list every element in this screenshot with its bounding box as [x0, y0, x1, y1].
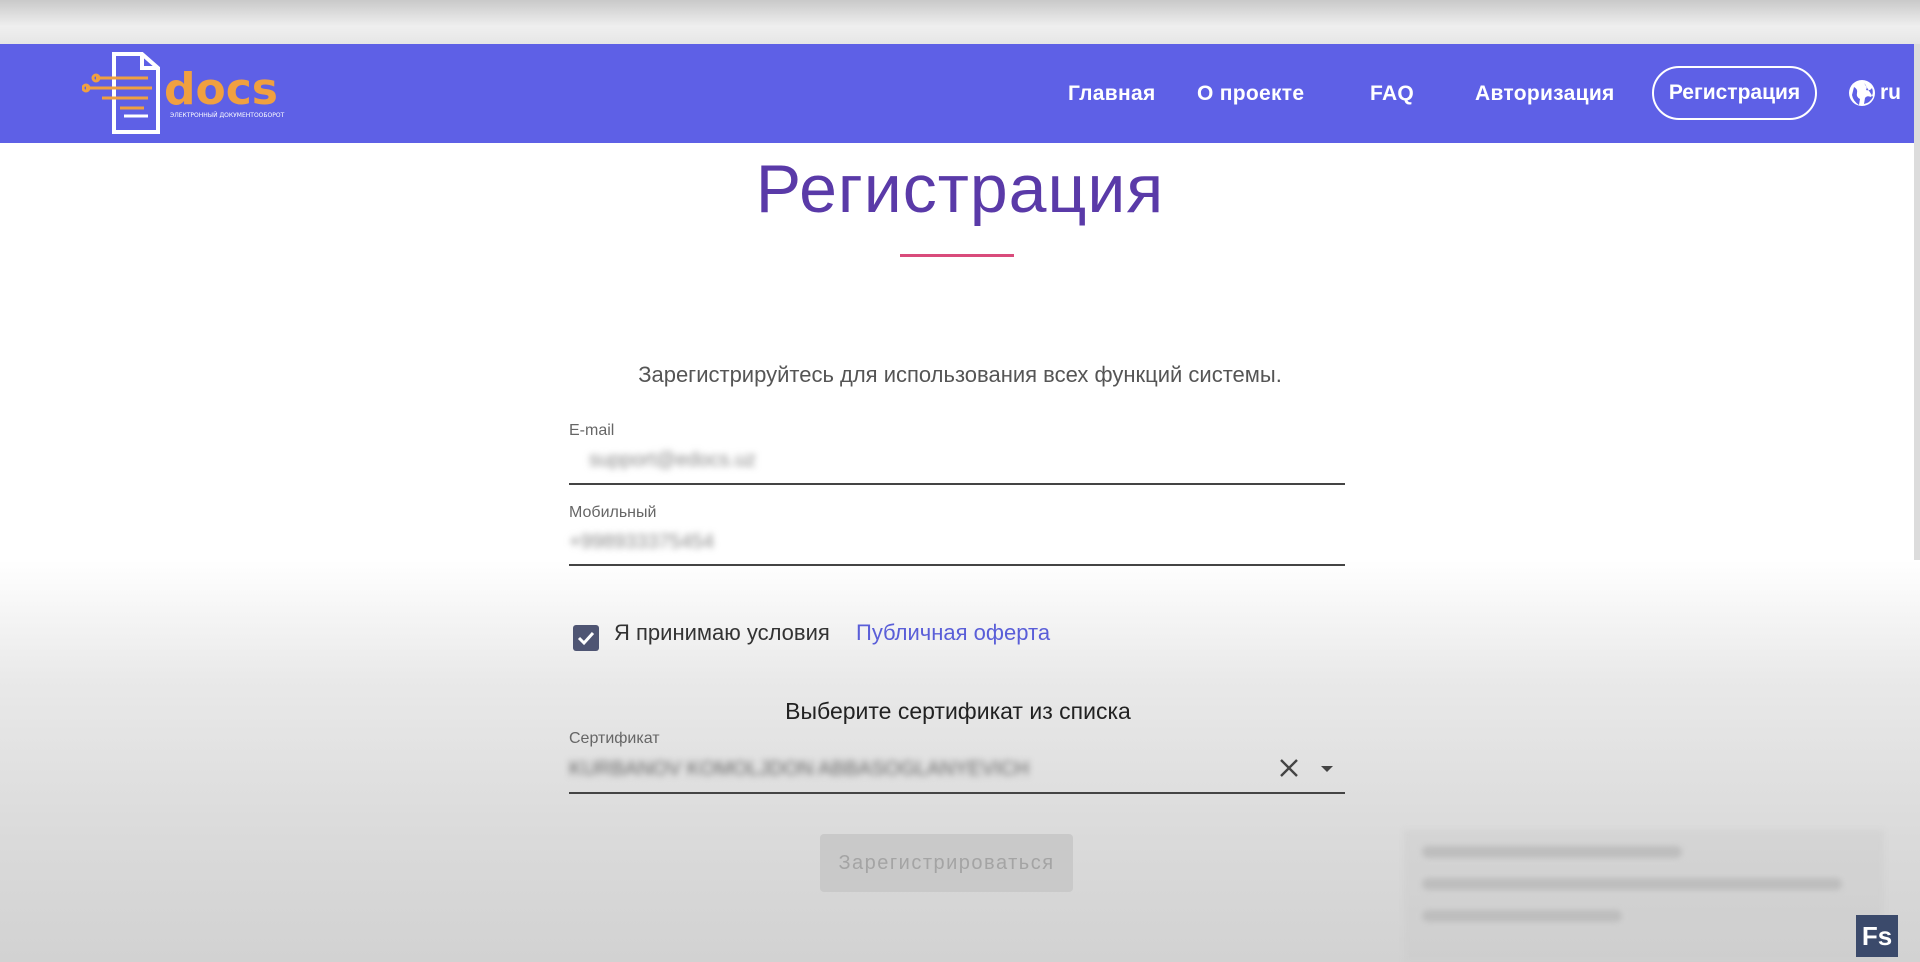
certificate-field-group: Сертификат KURBANOV KOMOLJDON ABBASOGLAN…	[569, 730, 1345, 796]
certificate-prompt: Выберите сертификат из списка	[785, 698, 1131, 724]
mobile-field[interactable]	[569, 524, 1345, 560]
logo-subtitle: ЭЛЕКТРОННЫЙ ДОКУМЕНТООБОРОТ	[170, 112, 285, 119]
browser-top-strip	[0, 0, 1920, 44]
page-title: Регистрация	[755, 151, 1165, 227]
public-offer-link[interactable]: Публичная оферта	[856, 620, 1050, 646]
chevron-down-icon[interactable]	[1318, 760, 1336, 778]
mobile-underline	[569, 564, 1345, 566]
nav-home[interactable]: Главная	[1068, 76, 1156, 112]
edocs-logo[interactable]: docs ЭЛЕКТРОННЫЙ ДОКУМЕНТООБОРОТ	[82, 48, 332, 136]
language-switcher[interactable]: ru	[1848, 78, 1901, 108]
page-subtitle: Зарегистрируйтесь для использования всех…	[638, 362, 1282, 387]
nav-login[interactable]: Авторизация	[1475, 76, 1615, 112]
title-underline	[900, 254, 1014, 257]
globe-icon	[1849, 80, 1875, 106]
terms-checkbox[interactable]	[573, 625, 599, 651]
nav-about[interactable]: О проекте	[1197, 76, 1304, 112]
email-field-group: E-mail	[569, 422, 1345, 486]
email-label: E-mail	[569, 422, 615, 439]
language-label: ru	[1880, 81, 1901, 104]
terms-text: Я принимаю условия	[614, 620, 830, 645]
notification-toast	[1404, 830, 1884, 962]
email-underline	[569, 483, 1345, 485]
logo-text: docs	[164, 64, 278, 115]
certificate-label: Сертификат	[569, 730, 660, 747]
watermark-badge: Fs	[1856, 915, 1898, 957]
register-submit-button[interactable]: Зарегистрироваться	[820, 834, 1073, 892]
mobile-field-group: Мобильный	[569, 504, 1345, 568]
certificate-underline	[569, 792, 1345, 794]
nav-register-button[interactable]: Регистрация	[1652, 66, 1817, 120]
mobile-label: Мобильный	[569, 504, 657, 521]
nav-faq[interactable]: FAQ	[1370, 76, 1414, 112]
certificate-select[interactable]: KURBANOV KOMOLJDON ABBASOGLANYEVICH	[569, 758, 1029, 781]
email-field[interactable]	[569, 442, 1345, 478]
check-icon	[577, 631, 595, 646]
close-icon[interactable]	[1278, 757, 1300, 779]
